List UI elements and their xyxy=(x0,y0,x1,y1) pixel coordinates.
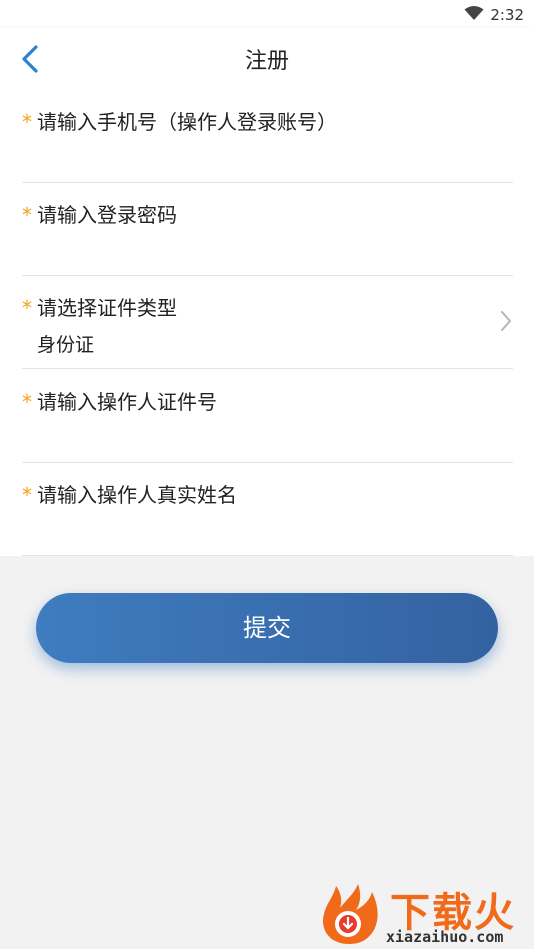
real-name-input[interactable] xyxy=(37,517,497,545)
status-bar: 2:32 xyxy=(0,0,534,28)
register-form: * 请输入手机号（操作人登录账号） * 请输入登录密码 * 请选择证件类型 身份… xyxy=(0,90,534,556)
phone-field: * 请输入手机号（操作人登录账号） xyxy=(22,90,513,183)
id-number-label: 请输入操作人证件号 xyxy=(37,390,217,414)
id-number-field: * 请输入操作人证件号 xyxy=(22,370,513,463)
id-number-input[interactable] xyxy=(37,424,497,452)
flame-logo-icon xyxy=(323,884,378,944)
password-label: 请输入登录密码 xyxy=(37,203,177,227)
page-title: 注册 xyxy=(244,49,289,74)
required-mark: * xyxy=(22,203,32,227)
app-header: 注册 xyxy=(0,28,534,90)
real-name-field: * 请输入操作人真实姓名 xyxy=(22,463,513,556)
id-type-select[interactable]: * 请选择证件类型 身份证 xyxy=(22,276,513,369)
required-mark: * xyxy=(22,390,32,414)
phone-label: 请输入手机号（操作人登录账号） xyxy=(37,110,337,134)
required-mark: * xyxy=(22,110,32,134)
status-time: 2:32 xyxy=(490,6,524,24)
chevron-right-icon xyxy=(501,311,511,331)
wifi-icon xyxy=(464,6,484,20)
id-type-value: 身份证 xyxy=(37,334,95,356)
password-input[interactable] xyxy=(37,237,497,265)
required-mark: * xyxy=(22,296,32,320)
password-field: * 请输入登录密码 xyxy=(22,183,513,276)
watermark: 下载火 xiazaihuo.com xyxy=(314,878,534,949)
phone-input[interactable] xyxy=(37,144,497,172)
required-mark: * xyxy=(22,483,32,507)
id-type-label: 请选择证件类型 xyxy=(37,296,177,320)
real-name-label: 请输入操作人真实姓名 xyxy=(37,483,237,507)
watermark-url: xiazaihuo.com xyxy=(386,928,504,946)
submit-button[interactable]: 提交 xyxy=(36,593,498,663)
